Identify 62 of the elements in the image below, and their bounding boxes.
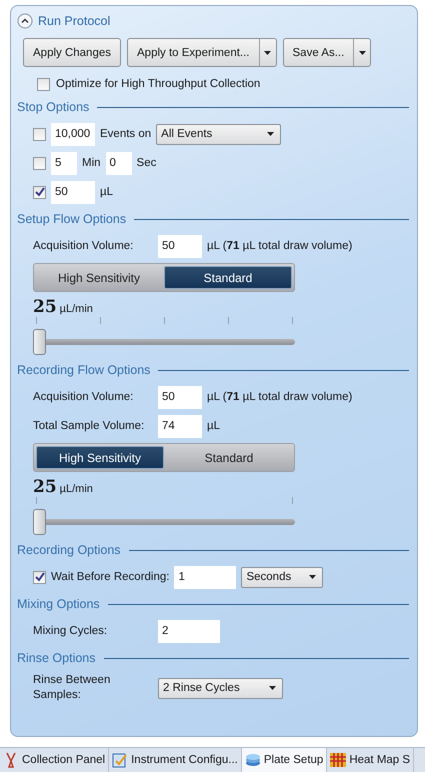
field-label: Wait Before Recording: [51, 571, 170, 583]
clipboard-icon [112, 752, 128, 768]
input-field[interactable]: 5 [51, 152, 77, 174]
split-button[interactable]: Apply to Experiment... [127, 38, 276, 67]
tab[interactable]: Plate Setup [242, 748, 328, 772]
dropdown[interactable]: Seconds [241, 566, 324, 588]
caret-icon [267, 132, 274, 136]
input-field[interactable]: 1 [174, 566, 236, 588]
input-field[interactable]: 50 [51, 180, 95, 204]
input-field[interactable]: 10,000 [51, 122, 95, 146]
field-label: µL [100, 186, 114, 198]
input-field[interactable]: 74 [158, 414, 202, 438]
collapse-icon[interactable] [17, 13, 33, 29]
field-label: Total Sample Volume: [33, 418, 146, 434]
input-field[interactable]: 0 [106, 152, 132, 174]
mode-option[interactable]: High Sensitivity [36, 446, 164, 469]
checkbox[interactable] [33, 570, 46, 584]
dropdown[interactable]: 2 Rinse Cycles [158, 678, 283, 698]
checkbox[interactable] [37, 78, 50, 90]
section-title: Setup Flow Options [17, 212, 126, 226]
section-title: Rinse Options [17, 651, 96, 665]
tab[interactable]: Instrument Configu... [109, 748, 242, 772]
button[interactable]: Apply Changes [23, 38, 121, 67]
slider-value: 25 [33, 297, 57, 317]
caret-icon [269, 686, 276, 690]
input-field[interactable]: 50 [158, 234, 202, 258]
slider-unit: µL/min [60, 303, 93, 315]
slider-thumb[interactable] [33, 329, 46, 355]
tab[interactable]: Heat Map S [327, 748, 414, 772]
mode-option[interactable]: High Sensitivity [36, 266, 162, 289]
mode-option[interactable]: Standard [164, 266, 292, 289]
field-label: Acquisition Volume: [33, 238, 134, 254]
checkbox[interactable] [33, 186, 46, 198]
caret-icon [309, 575, 316, 579]
checkbox-label: Optimize for High Throughput Collection [56, 78, 260, 90]
field-label: Mixing Cycles: [33, 624, 108, 638]
split-button[interactable]: Save As... [282, 38, 372, 67]
input-field[interactable]: 2 [158, 620, 220, 642]
field-label: µL (71 µL total draw volume) [207, 391, 352, 403]
field-label: Rinse Between Samples: [33, 673, 112, 703]
checkbox[interactable] [33, 156, 46, 170]
section-title: Stop Options [17, 100, 90, 114]
field-label: Events on [100, 128, 152, 140]
tab[interactable]: Collection Panel [0, 748, 110, 772]
input-field[interactable]: 50 [158, 386, 202, 408]
slider-thumb[interactable] [33, 509, 46, 535]
section-title: Recording Options [17, 543, 121, 557]
section-title: Recording Flow Options [17, 363, 150, 377]
slider-value: 25 [33, 477, 57, 497]
checkbox[interactable] [33, 128, 46, 140]
slider-unit: µL/min [60, 483, 93, 495]
mode-option[interactable]: Standard [166, 446, 292, 469]
dropdown[interactable]: All Events [156, 124, 282, 144]
field-label: µL [207, 420, 220, 432]
section-title: Mixing Options [17, 597, 100, 611]
grid-icon [330, 752, 346, 768]
field-label: Min [82, 157, 101, 169]
field-label: Sec [136, 157, 156, 169]
field-label: Acquisition Volume: [33, 390, 134, 404]
panel-title: Run Protocol [38, 14, 110, 28]
field-label: µL (71 µL total draw volume) [207, 240, 352, 252]
layers-icon [244, 752, 261, 768]
